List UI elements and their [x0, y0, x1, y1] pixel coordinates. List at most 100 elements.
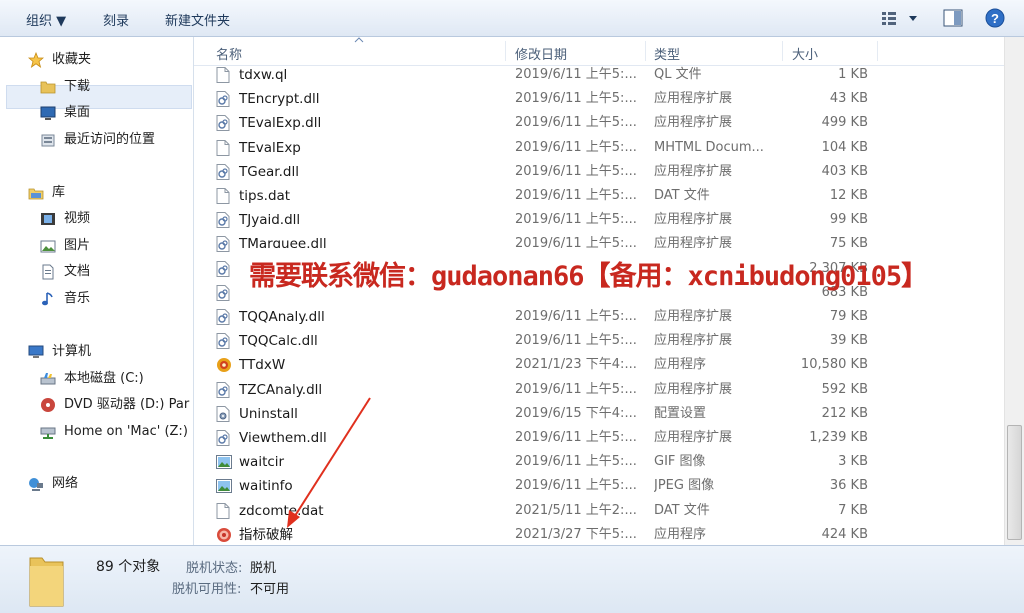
file-row[interactable]: tdxw.ql 2019/6/11 上午5:... QL 文件 1 KB [194, 63, 1004, 87]
application-icon [216, 527, 231, 543]
dll-file-icon [216, 381, 230, 398]
column-date[interactable]: 修改日期 [515, 44, 567, 63]
column-divider[interactable] [505, 41, 506, 61]
dll-file-icon [216, 212, 230, 229]
file-size: 499 KB [821, 115, 868, 131]
file-size: 79 KB [829, 309, 868, 324]
watermark-banner: 需要联系微信：gudaonan66【备用：xcnibudong0105】 [243, 248, 928, 298]
file-row[interactable]: zdcomte.dat 2021/5/11 上午2:... DAT 文件 7 KB [194, 499, 1004, 523]
network-drive-icon [40, 427, 56, 439]
sort-ascending-icon [354, 37, 364, 43]
burn-button[interactable]: 刻录 [103, 10, 129, 29]
star-icon [28, 52, 44, 68]
network-icon [29, 478, 43, 491]
new-folder-button[interactable]: 新建文件夹 [165, 10, 230, 29]
file-icon [216, 502, 230, 519]
document-library-icon [42, 264, 54, 280]
file-date: 2019/6/11 上午5:... [515, 139, 637, 155]
file-size: 10,580 KB [800, 357, 868, 373]
watermark-text: 需要联系微信：gudaonan66【备用：xcnibudong0105】 [249, 261, 928, 292]
file-date: 2021/1/23 下午4:... [515, 357, 637, 373]
offline-availability-label: 脱机可用性: [172, 582, 242, 597]
nav-drive-c-label: 本地磁盘 (C:) [64, 371, 144, 386]
file-row[interactable]: 指标破解 2021/3/27 下午5:... 应用程序 424 KB [194, 523, 1004, 545]
file-type: 应用程序扩展 [654, 333, 733, 349]
file-row[interactable]: TJyaid.dll 2019/6/11 上午5:... 应用程序扩展 99 KB [194, 208, 1004, 232]
file-row[interactable]: Viewthem.dll 2019/6/11 上午5:... 应用程序扩展 1,239… [194, 426, 1004, 450]
file-size: 36 KB [829, 478, 868, 494]
file-name: Viewthem.dll [239, 430, 327, 446]
dll-file-icon [216, 163, 230, 180]
file-row[interactable]: TEncrypt.dll 2019/6/11 上午5:... 应用程序扩展 43 KB [194, 87, 1004, 111]
file-size: 43 KB [829, 91, 868, 107]
file-type: 应用程序扩展 [654, 115, 733, 131]
column-divider[interactable] [645, 41, 646, 61]
file-row[interactable]: TEvalExp 2019/6/11 上午5:... MHTML Docum... 1… [194, 136, 1004, 160]
file-date: 2019/6/11 上午5:... [515, 163, 637, 179]
dll-file-icon [216, 260, 230, 277]
view-options-icon[interactable] [880, 7, 920, 33]
file-date: 2019/6/11 上午5:... [515, 91, 637, 107]
file-date: 2019/6/11 上午5:... [515, 381, 637, 397]
vertical-scrollbar[interactable] [1004, 37, 1024, 545]
navigation-pane: 收藏夹 下载 桌面 最近访问的位置 库 视频 图片 文档 音乐 计算机 本地磁盘… [0, 37, 194, 545]
file-icon [216, 188, 230, 204]
nav-downloads-label: 下载 [64, 79, 91, 94]
file-row[interactable]: TQQAnaly.dll 2019/6/11 上午5:... 应用程序扩展 79 KB [194, 305, 1004, 329]
file-size: 592 KB [821, 381, 868, 397]
nav-libraries-label: 库 [52, 185, 66, 200]
dll-file-icon [216, 236, 230, 253]
file-name: tips.dat [239, 188, 291, 204]
file-name: 指标破解 [239, 526, 293, 543]
file-type: JPEG 图像 [654, 478, 715, 494]
file-size: 403 KB [821, 163, 868, 179]
column-name[interactable]: 名称 [216, 44, 242, 63]
file-row[interactable]: waitcir 2019/6/11 上午5:... GIF 图像 3 KB [194, 450, 1004, 474]
help-icon[interactable]: ? [984, 7, 1006, 33]
file-row[interactable]: waitinfo 2019/6/11 上午5:... JPEG 图像 36 KB [194, 474, 1004, 498]
file-type: DAT 文件 [654, 188, 710, 203]
file-row[interactable]: TGear.dll 2019/6/11 上午5:... 应用程序扩展 403 KB [194, 160, 1004, 184]
offline-status-value: 脱机 [250, 561, 277, 576]
file-date: 2019/6/11 上午5:... [515, 454, 637, 470]
file-row[interactable]: TZCAnaly.dll 2019/6/11 上午5:... 应用程序扩展 592 K… [194, 378, 1004, 402]
file-row[interactable]: TTdxW 2021/1/23 下午4:... 应用程序 10,580 KB [194, 353, 1004, 377]
file-size: 104 KB [821, 139, 868, 155]
application-icon [216, 357, 231, 373]
file-type: 应用程序 [654, 526, 707, 542]
command-bar: 组织 ▼ 刻录 新建文件夹 ? [0, 0, 1024, 37]
file-type: QL 文件 [654, 67, 702, 82]
column-divider[interactable] [877, 41, 878, 61]
file-name: TTdxW [239, 357, 286, 374]
column-divider[interactable] [782, 41, 783, 61]
scrollbar-thumb[interactable] [1007, 425, 1022, 540]
preview-pane-icon[interactable] [942, 7, 964, 33]
file-name: TJyaid.dll [239, 212, 301, 229]
file-name: TEncrypt.dll [239, 91, 320, 108]
file-type: 应用程序扩展 [654, 91, 733, 107]
dll-file-icon [216, 91, 230, 108]
file-row[interactable]: TQQCalc.dll 2019/6/11 上午5:... 应用程序扩展 39 KB [194, 329, 1004, 353]
svg-text:?: ? [991, 11, 999, 26]
organize-button[interactable]: 组织 ▼ [26, 10, 66, 29]
file-type: GIF 图像 [654, 454, 706, 470]
nav-recent-places-label: 最近访问的位置 [64, 132, 156, 147]
file-row[interactable]: tips.dat 2019/6/11 上午5:... DAT 文件 12 KB [194, 184, 1004, 208]
file-type: 应用程序扩展 [654, 212, 733, 228]
file-type: 应用程序扩展 [654, 381, 733, 397]
file-row[interactable]: TEvalExp.dll 2019/6/11 上午5:... 应用程序扩展 499 K… [194, 111, 1004, 135]
file-size: 39 KB [829, 333, 868, 349]
file-name: TQQCalc.dll [239, 333, 318, 350]
file-row[interactable]: Uninstall 2019/6/15 下午4:... 配置设置 212 KB [194, 402, 1004, 426]
column-size[interactable]: 大小 [792, 44, 818, 63]
file-type: 配置设置 [654, 405, 707, 421]
file-size: 3 KB [838, 454, 868, 470]
file-name: waitinfo [239, 478, 293, 495]
file-size: 424 KB [821, 526, 868, 542]
column-type[interactable]: 类型 [654, 44, 680, 63]
favorites-selection [6, 85, 192, 109]
file-date: 2019/6/11 上午5:... [515, 309, 637, 324]
file-date: 2019/6/11 上午5:... [515, 333, 637, 349]
dll-file-icon [216, 430, 230, 446]
file-date: 2019/6/11 上午5:... [515, 188, 637, 203]
